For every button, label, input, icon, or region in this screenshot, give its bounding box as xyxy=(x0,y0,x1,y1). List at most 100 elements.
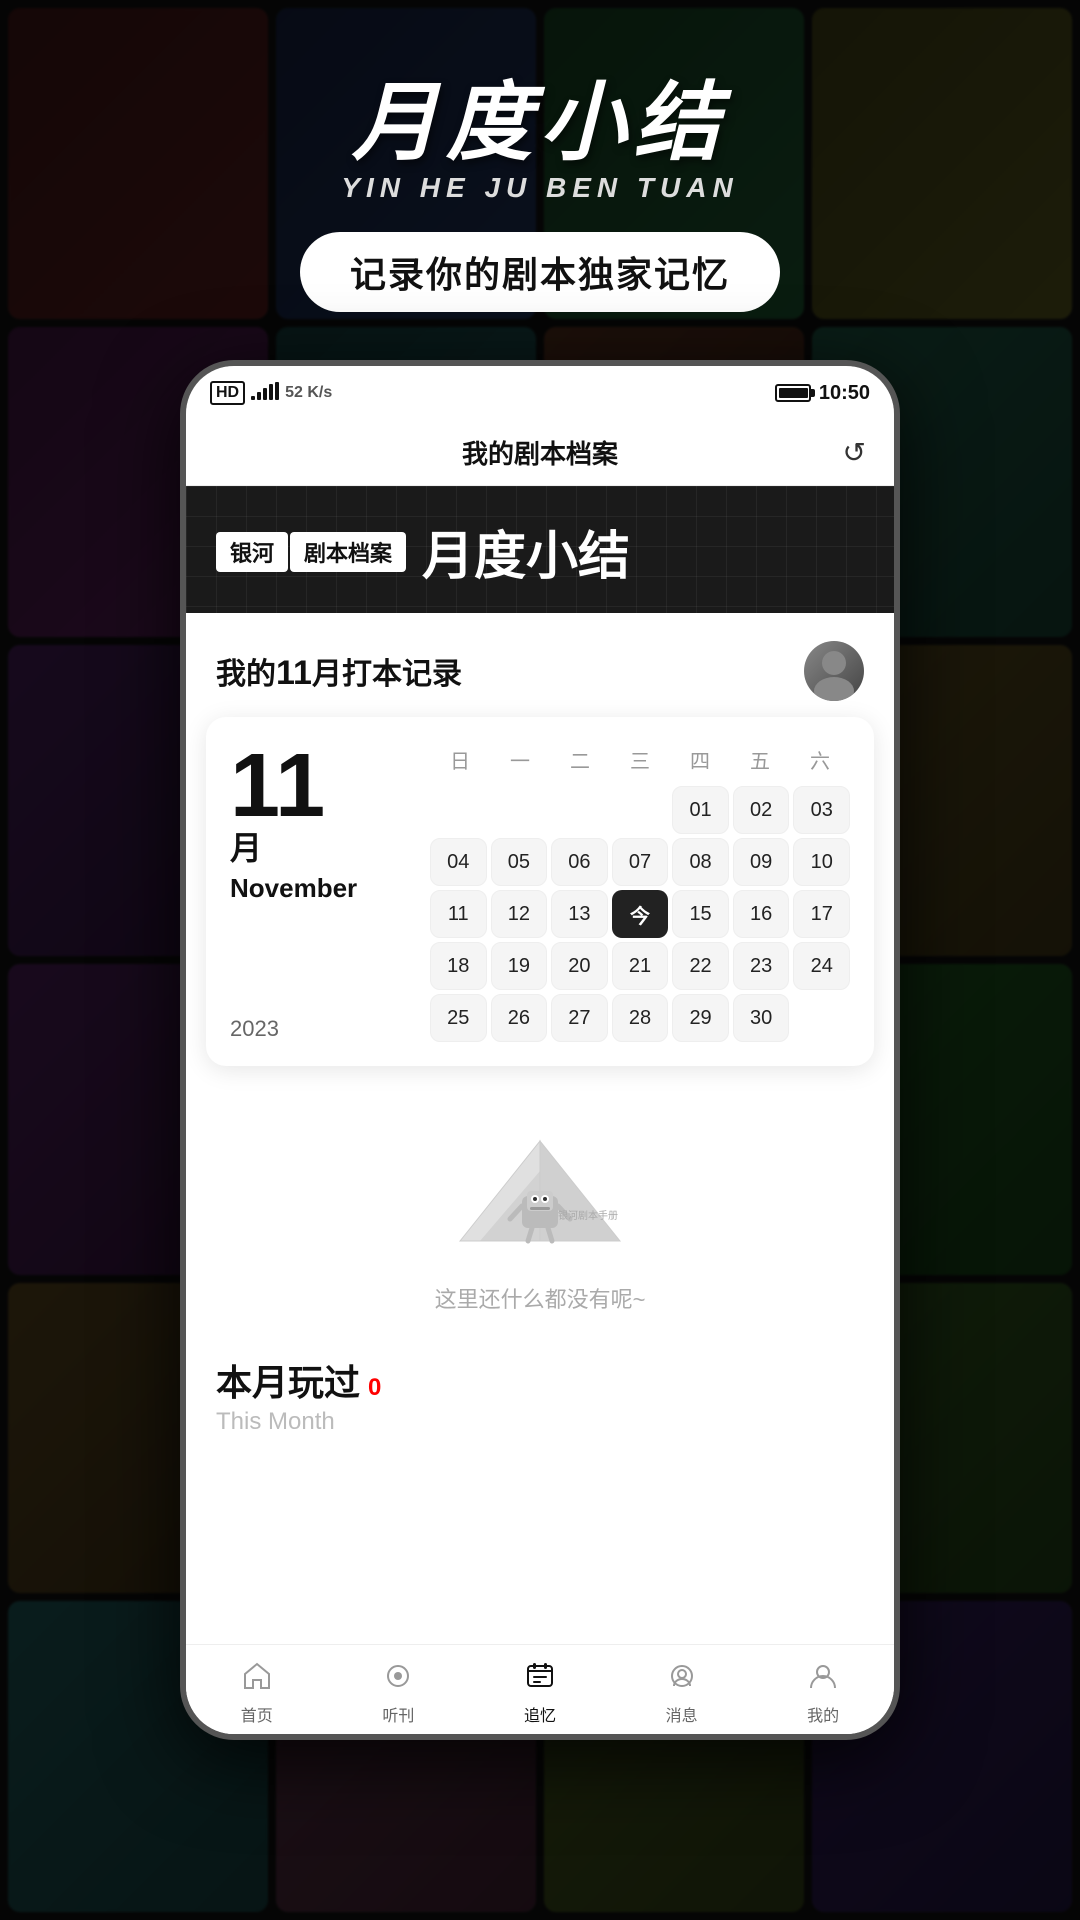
record-title: 我的11月打本记录 xyxy=(216,649,462,693)
dark-banner: 银河 剧本档案 月度小结 xyxy=(186,486,894,613)
phone-frame: HD 52 K/s xyxy=(180,360,900,1740)
calendar-day[interactable]: 23 xyxy=(733,942,790,990)
phone-nav: 我的剧本档案 ↺ xyxy=(186,420,894,486)
weekday-label: 二 xyxy=(550,741,610,778)
empty-text: 这里还什么都没有呢~ xyxy=(435,1282,646,1314)
nav-label-home: 首页 xyxy=(241,1702,273,1726)
banner-tags: 银河 剧本档案 月度小结 xyxy=(216,514,864,589)
calendar-day[interactable]: 今 xyxy=(612,890,669,938)
refresh-icon[interactable]: ↺ xyxy=(843,436,866,469)
nav-label-memory: 追忆 xyxy=(524,1702,556,1726)
calendar-day[interactable]: 21 xyxy=(612,942,669,990)
banner-main-title: 月度小结 xyxy=(422,514,630,589)
calendar-right: 日一二三四五六 01020304050607080910111213今15161… xyxy=(430,741,850,1042)
calendar-day[interactable]: 08 xyxy=(672,838,729,886)
this-month-badge: 0 xyxy=(368,1374,381,1402)
mine-icon xyxy=(801,1654,845,1698)
calendar-day[interactable]: 06 xyxy=(551,838,608,886)
tagline-box: 记录你的剧本独家记忆 xyxy=(300,232,780,312)
calendar-day[interactable]: 18 xyxy=(430,942,487,990)
calendar-day[interactable]: 10 xyxy=(793,838,850,886)
weekday-label: 日 xyxy=(430,741,490,778)
calendar-month-number: 11 xyxy=(230,741,430,831)
battery-fill xyxy=(779,388,808,398)
calendar-day[interactable]: 29 xyxy=(672,994,729,1042)
calendar-year: 2023 xyxy=(230,1016,430,1042)
calendar-day[interactable]: 12 xyxy=(491,890,548,938)
calendar-day[interactable]: 20 xyxy=(551,942,608,990)
header-area: 月度小结 YIN HE JU BEN TUAN 记录你的剧本独家记忆 xyxy=(0,0,1080,312)
nav-item-message[interactable]: 消息 xyxy=(660,1654,704,1726)
nav-label-listen: 听刊 xyxy=(382,1702,414,1726)
tag-script: 剧本档案 xyxy=(290,532,406,572)
calendar-day[interactable]: 30 xyxy=(733,994,790,1042)
calendar-day[interactable]: 15 xyxy=(672,890,729,938)
calendar-day xyxy=(491,786,548,834)
tent-illustration: 银河剧本手册 xyxy=(440,1111,640,1261)
this-month-section: 本月玩过 0 This Month xyxy=(186,1334,894,1452)
battery-icon xyxy=(775,384,811,402)
nav-item-listen[interactable]: 听刊 xyxy=(376,1654,420,1726)
home-icon xyxy=(235,1654,279,1698)
listen-icon xyxy=(376,1654,420,1698)
calendar-day[interactable]: 04 xyxy=(430,838,487,886)
weekday-label: 四 xyxy=(670,741,730,778)
weekday-label: 六 xyxy=(790,741,850,778)
calendar-day[interactable]: 16 xyxy=(733,890,790,938)
calendar-day[interactable]: 09 xyxy=(733,838,790,886)
memory-icon xyxy=(518,1654,562,1698)
calendar-day xyxy=(430,786,487,834)
calendar-day[interactable]: 19 xyxy=(491,942,548,990)
network-label: HD xyxy=(210,381,245,405)
nav-item-memory[interactable]: 追忆 xyxy=(518,1654,562,1726)
phone-inner: HD 52 K/s xyxy=(186,366,894,1734)
calendar-day[interactable]: 17 xyxy=(793,890,850,938)
nav-item-home[interactable]: 首页 xyxy=(235,1654,279,1726)
calendar-day[interactable]: 28 xyxy=(612,994,669,1042)
record-title-suffix: 月打本记录 xyxy=(312,658,462,691)
weekday-label: 三 xyxy=(610,741,670,778)
empty-illustration: 银河剧本手册 xyxy=(440,1106,640,1266)
calendar-day[interactable]: 27 xyxy=(551,994,608,1042)
calendar-day[interactable]: 22 xyxy=(672,942,729,990)
status-left: HD 52 K/s xyxy=(210,381,332,405)
main-title: 月度小结 xyxy=(352,80,728,166)
calendar-day[interactable]: 03 xyxy=(793,786,850,834)
subtitle-latin: YIN HE JU BEN TUAN xyxy=(341,172,738,204)
calendar-day[interactable]: 05 xyxy=(491,838,548,886)
phone-scrollable[interactable]: 我的11月打本记录 11 xyxy=(186,613,894,1734)
calendar-days: 01020304050607080910111213今1516171819202… xyxy=(430,786,850,1042)
phone-content-area: 我的11月打本记录 11 xyxy=(186,613,894,1734)
calendar-day[interactable]: 25 xyxy=(430,994,487,1042)
message-icon xyxy=(660,1654,704,1698)
calendar-weekdays: 日一二三四五六 xyxy=(430,741,850,778)
time-display: 10:50 xyxy=(819,382,870,405)
empty-state: 银河剧本手册 这里还什么都没有呢~ xyxy=(186,1066,894,1334)
speed-text: 52 K/s xyxy=(285,384,332,402)
calendar-day[interactable]: 26 xyxy=(491,994,548,1042)
calendar-day xyxy=(612,786,669,834)
calendar-day[interactable]: 02 xyxy=(733,786,790,834)
spacer xyxy=(186,1452,894,1552)
calendar-day xyxy=(551,786,608,834)
weekday-label: 一 xyxy=(490,741,550,778)
main-content: 月度小结 YIN HE JU BEN TUAN 记录你的剧本独家记忆 HD xyxy=(0,0,1080,1920)
calendar-day[interactable]: 07 xyxy=(612,838,669,886)
this-month-en-label: This Month xyxy=(216,1408,864,1436)
calendar-day[interactable]: 11 xyxy=(430,890,487,938)
record-month-num: 11 xyxy=(276,654,312,692)
calendar-card: 11 月 November 2023 日一二三四五六 0102030405060… xyxy=(206,717,874,1066)
this-month-cn-label: 本月玩过 xyxy=(216,1354,360,1406)
svg-text:银河剧本手册: 银河剧本手册 xyxy=(558,1209,618,1222)
calendar-day[interactable]: 01 xyxy=(672,786,729,834)
tag-yinhe: 银河 xyxy=(216,532,288,572)
calendar-day[interactable]: 24 xyxy=(793,942,850,990)
calendar-day[interactable]: 13 xyxy=(551,890,608,938)
status-right: 10:50 xyxy=(775,382,870,405)
user-avatar[interactable] xyxy=(804,641,864,701)
nav-item-mine[interactable]: 我的 xyxy=(801,1654,845,1726)
nav-label-mine: 我的 xyxy=(807,1702,839,1726)
nav-label-message: 消息 xyxy=(666,1702,698,1726)
status-bar: HD 52 K/s xyxy=(186,366,894,420)
weekday-label: 五 xyxy=(730,741,790,778)
